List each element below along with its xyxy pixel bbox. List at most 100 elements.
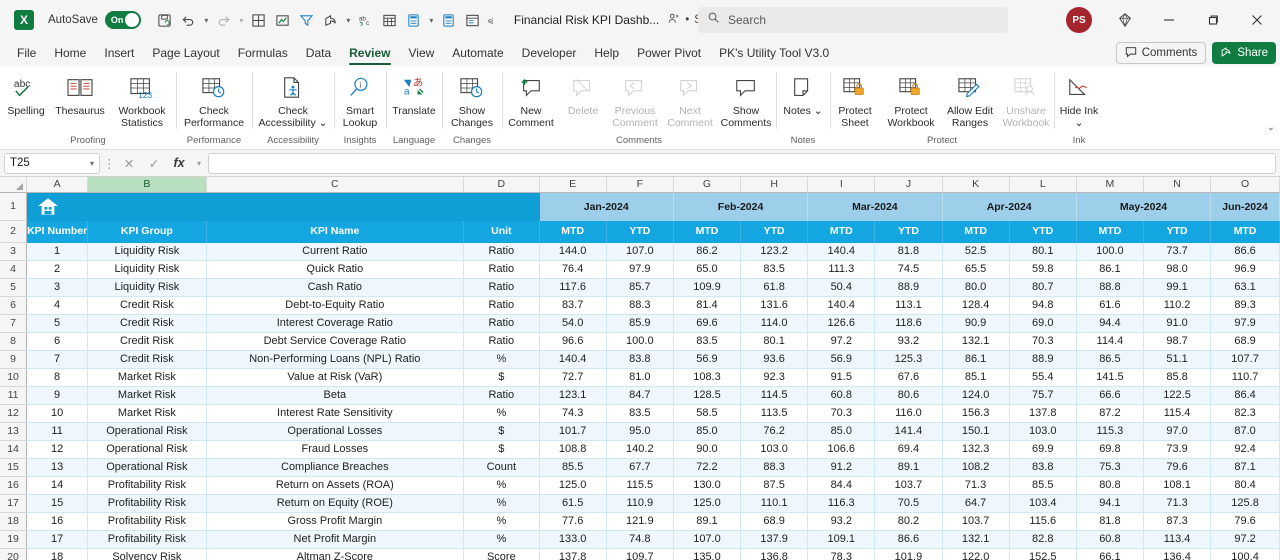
cell-feb-ytd[interactable]: 103.0 xyxy=(740,440,809,459)
cell-jun-mtd[interactable]: 86.6 xyxy=(1210,242,1280,261)
cell-mar-mtd[interactable]: 116.3 xyxy=(807,494,876,513)
cell-jun-mtd[interactable]: 68.9 xyxy=(1210,332,1280,351)
protect-workbook-button[interactable]: Protect Workbook xyxy=(880,69,942,129)
cell-apr-mtd[interactable]: 80.0 xyxy=(942,278,1010,297)
cell-may-mtd[interactable]: 86.5 xyxy=(1076,350,1144,369)
column-header-J[interactable]: J xyxy=(874,177,943,193)
cell-feb-mtd[interactable]: 107.0 xyxy=(673,530,742,549)
cell-mar-mtd[interactable]: 70.3 xyxy=(807,404,876,423)
cell-may-ytd[interactable]: 98.7 xyxy=(1143,332,1212,351)
row-header-14[interactable]: 14 xyxy=(0,440,28,459)
cell-apr-ytd[interactable]: 83.8 xyxy=(1009,458,1077,477)
cell-jan-mtd[interactable]: 54.0 xyxy=(539,314,607,333)
cell-may-mtd[interactable]: 88.8 xyxy=(1076,278,1144,297)
cell-jan-mtd[interactable]: 96.6 xyxy=(539,332,607,351)
cell-kpi-number[interactable]: 10 xyxy=(26,404,89,423)
cell-apr-ytd[interactable]: 59.8 xyxy=(1009,260,1077,279)
cell-feb-mtd[interactable]: 86.2 xyxy=(673,242,742,261)
cell-kpi-number[interactable]: 12 xyxy=(26,440,89,459)
search-input[interactable]: Search xyxy=(698,7,1008,33)
tab-file[interactable]: File xyxy=(8,43,45,66)
cell-jan-ytd[interactable]: 67.7 xyxy=(606,458,674,477)
cell-jun-mtd[interactable]: 89.3 xyxy=(1210,296,1280,315)
cell-jun-mtd[interactable]: 63.1 xyxy=(1210,278,1280,297)
cell-jan-ytd[interactable]: 83.8 xyxy=(606,350,674,369)
cell-jun-mtd[interactable]: 80.4 xyxy=(1210,476,1280,495)
table-row[interactable]: 11 9 Market Risk Beta Ratio 123.1 84.7 128.5 114… xyxy=(0,386,1280,405)
spreadsheet-grid[interactable]: A B C D E F G H I J K L M N O 1 Jan-2024 xyxy=(0,177,1280,560)
document-title[interactable]: Financial Risk KPI Dashb... xyxy=(514,13,659,27)
cell-kpi-name[interactable]: Fraud Losses xyxy=(206,440,465,459)
cell-jan-ytd[interactable]: 88.3 xyxy=(606,296,674,315)
row-header-20[interactable]: 20 xyxy=(0,548,28,560)
cell-feb-ytd[interactable]: 68.9 xyxy=(740,512,809,531)
tab-power-pivot[interactable]: Power Pivot xyxy=(628,43,710,66)
cell-feb-ytd[interactable]: 114.0 xyxy=(740,314,809,333)
cell-unit[interactable]: % xyxy=(463,512,540,531)
cell-kpi-number[interactable]: 16 xyxy=(26,512,89,531)
cell-jan-ytd[interactable]: 100.0 xyxy=(606,332,674,351)
redo-dropdown-icon[interactable]: ▾ xyxy=(236,16,247,25)
cell-kpi-name[interactable]: Interest Rate Sensitivity xyxy=(206,404,465,423)
cell-jun-mtd[interactable]: 107.7 xyxy=(1210,350,1280,369)
close-button[interactable] xyxy=(1236,2,1278,38)
cell-mar-mtd[interactable]: 97.2 xyxy=(807,332,876,351)
cell-jan-mtd[interactable]: 74.3 xyxy=(539,404,607,423)
table-row[interactable]: 18 16 Profitability Risk Gross Profit Margi… xyxy=(0,512,1280,531)
cell-unit[interactable]: % xyxy=(463,494,540,513)
cell-may-mtd[interactable]: 87.2 xyxy=(1076,404,1144,423)
cell-kpi-number[interactable]: 3 xyxy=(26,278,89,297)
table-row[interactable]: 15 13 Operational Risk Compliance Breaches C… xyxy=(0,458,1280,477)
cell-jun-mtd[interactable]: 97.2 xyxy=(1210,530,1280,549)
cell-kpi-number[interactable]: 8 xyxy=(26,368,89,387)
maximize-button[interactable] xyxy=(1192,2,1234,38)
cell-jan-mtd[interactable]: 125.0 xyxy=(539,476,607,495)
tab-developer[interactable]: Developer xyxy=(513,43,586,66)
minimize-button[interactable] xyxy=(1148,2,1190,38)
cell-kpi-group[interactable]: Credit Risk xyxy=(87,332,207,351)
cell-jan-ytd[interactable]: 121.9 xyxy=(606,512,674,531)
cell-may-mtd[interactable]: 100.0 xyxy=(1076,242,1144,261)
cell-may-ytd[interactable]: 108.1 xyxy=(1143,476,1212,495)
cell-apr-mtd[interactable]: 132.3 xyxy=(942,440,1010,459)
cell-jan-ytd[interactable]: 84.7 xyxy=(606,386,674,405)
table-row[interactable]: 19 17 Profitability Risk Net Profit Margin%… xyxy=(0,530,1280,549)
check-performance-button[interactable]: Check Performance xyxy=(176,69,252,129)
save-icon[interactable] xyxy=(153,8,177,32)
cell-kpi-name[interactable]: Compliance Breaches xyxy=(206,458,465,477)
column-header-N[interactable]: N xyxy=(1143,177,1212,193)
cell-may-ytd[interactable]: 73.7 xyxy=(1143,242,1212,261)
cell-apr-mtd[interactable]: 156.3 xyxy=(942,404,1010,423)
share-arrow-icon[interactable] xyxy=(319,8,343,32)
cell-mar-mtd[interactable]: 60.8 xyxy=(807,386,876,405)
cell-unit[interactable]: Ratio xyxy=(463,296,540,315)
cell-unit[interactable]: Ratio xyxy=(463,242,540,261)
cell-kpi-group[interactable]: Market Risk xyxy=(87,368,207,387)
table-row[interactable]: 7 5 Credit Risk Interest Coverage Ratio Rati… xyxy=(0,314,1280,333)
cell-feb-mtd[interactable]: 130.0 xyxy=(673,476,742,495)
cell-may-mtd[interactable]: 60.8 xyxy=(1076,530,1144,549)
cell-jan-mtd[interactable]: 144.0 xyxy=(539,242,607,261)
show-comments-button[interactable]: Show Comments xyxy=(716,69,776,129)
cell-may-mtd[interactable]: 61.6 xyxy=(1076,296,1144,315)
cell-jan-ytd[interactable]: 83.5 xyxy=(606,404,674,423)
cell-feb-mtd[interactable]: 56.9 xyxy=(673,350,742,369)
cell-may-mtd[interactable]: 114.4 xyxy=(1076,332,1144,351)
cell-kpi-number[interactable]: 1 xyxy=(26,242,89,261)
undo-dropdown-icon[interactable]: ▾ xyxy=(201,16,212,25)
cell-jun-mtd[interactable]: 96.9 xyxy=(1210,260,1280,279)
cell-mar-ytd[interactable]: 118.6 xyxy=(874,314,943,333)
cell-jan-ytd[interactable]: 109.7 xyxy=(606,548,674,560)
cell-feb-ytd[interactable]: 76.2 xyxy=(740,422,809,441)
form-icon[interactable] xyxy=(461,8,485,32)
column-header-G[interactable]: G xyxy=(673,177,742,193)
cell-may-mtd[interactable]: 94.4 xyxy=(1076,314,1144,333)
cell-feb-mtd[interactable]: 128.5 xyxy=(673,386,742,405)
cell-kpi-group[interactable]: Profitability Risk xyxy=(87,494,207,513)
cell-kpi-name[interactable]: Return on Equity (ROE) xyxy=(206,494,465,513)
row-header-19[interactable]: 19 xyxy=(0,530,28,549)
column-header-F[interactable]: F xyxy=(606,177,674,193)
undo-icon[interactable] xyxy=(177,8,201,32)
cell-may-ytd[interactable]: 51.1 xyxy=(1143,350,1212,369)
cell-feb-mtd[interactable]: 81.4 xyxy=(673,296,742,315)
